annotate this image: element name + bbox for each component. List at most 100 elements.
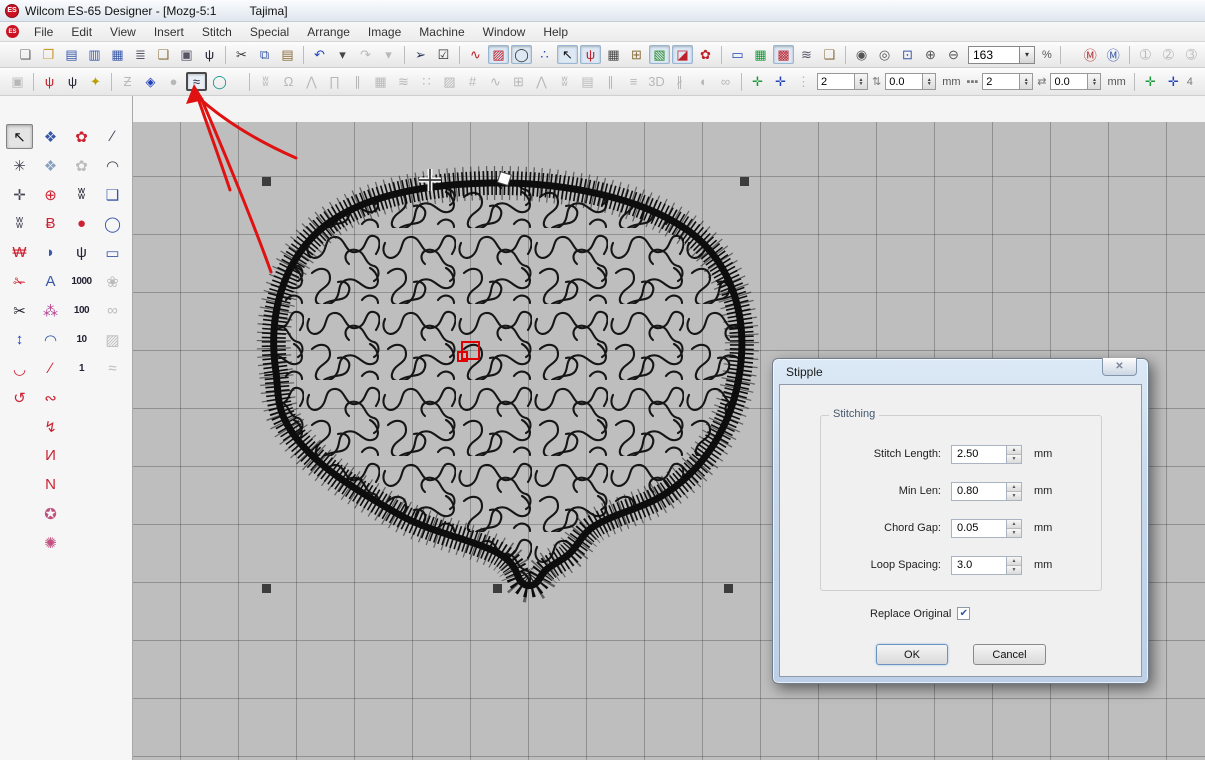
offset-object-icon[interactable]: ◈	[140, 72, 161, 91]
spacing-input[interactable]	[1050, 73, 1088, 90]
satin-width-icon[interactable]: ʬ	[68, 182, 95, 207]
drop-needle-icon[interactable]: ψ	[68, 240, 95, 265]
align-center-icon[interactable]: ✛	[1140, 72, 1161, 91]
zigzag-run-icon[interactable]: ↯	[37, 414, 64, 439]
measure-tool-icon[interactable]: ↕	[6, 327, 33, 352]
rectangle-tool-icon[interactable]: ▭	[99, 240, 126, 265]
slow-redraw-icon[interactable]: ≋	[796, 45, 817, 64]
stitch-edit-icon[interactable]: ψ	[39, 72, 60, 91]
menu-help[interactable]: Help	[534, 23, 577, 41]
write-to-machine-icon[interactable]: Ⓜ	[1080, 45, 1101, 64]
horizontal-lines-icon[interactable]: ≡	[623, 72, 644, 91]
machine-queue-1-icon[interactable]: ➀	[1135, 45, 1156, 64]
stitch-machine-icon[interactable]: ▣	[176, 45, 197, 64]
zoom-previous-icon[interactable]: ◎	[874, 45, 895, 64]
density-input[interactable]	[817, 73, 855, 90]
branching-tool-icon[interactable]: ◯	[209, 72, 230, 91]
break-apart-icon[interactable]: ❑	[99, 182, 126, 207]
zoom-100-icon[interactable]: 100	[68, 298, 95, 323]
menu-machine[interactable]: Machine	[410, 23, 473, 41]
count-spinner[interactable]: ▲▼	[1020, 73, 1033, 90]
count-input[interactable]	[982, 73, 1020, 90]
stipple-tool-icon[interactable]: ≈	[186, 72, 207, 91]
needle-points-view-icon[interactable]: ∴	[534, 45, 555, 64]
zoom-out-icon[interactable]: ⊖	[943, 45, 964, 64]
grid-fill-icon[interactable]: ▦	[370, 72, 391, 91]
remove-boundary-icon[interactable]: Ƀ	[37, 211, 64, 236]
stitch-list-icon[interactable]: Ƶ	[117, 72, 138, 91]
curved-fill-icon[interactable]: ∿	[485, 72, 506, 91]
loop-spacing-input[interactable]	[951, 556, 1007, 575]
spacing-options-icon[interactable]: ⋮	[793, 72, 814, 91]
applique-disabled-icon[interactable]: ▨	[99, 327, 126, 352]
auto-options-icon[interactable]: ☑	[433, 45, 454, 64]
undo-dropdown-icon[interactable]: ▾	[332, 45, 353, 64]
peak-fill-icon[interactable]: ⋀	[531, 72, 552, 91]
hoop-view-icon[interactable]: ⊞	[626, 45, 647, 64]
connect-machine-icon[interactable]: ψ	[199, 45, 220, 64]
3d-warp-icon[interactable]: 3D	[646, 72, 667, 91]
small-stitch-cut-icon[interactable]: ✁	[6, 269, 33, 294]
export-machine-file-icon[interactable]: ▥	[84, 45, 105, 64]
document-menu-icon[interactable]: ES	[6, 25, 19, 38]
menu-stitch[interactable]: Stitch	[193, 23, 241, 41]
stitch-select-icon[interactable]: ʬ	[6, 211, 33, 236]
min-len-input[interactable]	[951, 482, 1007, 501]
print-preview-icon[interactable]: ❑	[153, 45, 174, 64]
menu-edit[interactable]: Edit	[62, 23, 101, 41]
offset-spinner[interactable]: ▲▼	[923, 73, 936, 90]
arc-digitize-icon[interactable]: ◠	[99, 153, 126, 178]
outline-view-icon[interactable]: ◯	[511, 45, 532, 64]
flower-outline-icon[interactable]: ✿	[68, 153, 95, 178]
reshape-outline-icon[interactable]: ❖	[37, 153, 64, 178]
vertical-lines-icon[interactable]: ∥	[600, 72, 621, 91]
menu-view[interactable]: View	[101, 23, 145, 41]
new-design-icon[interactable]: ❏	[15, 45, 36, 64]
design-view-icon[interactable]: ◪	[672, 45, 693, 64]
quick-select-icon[interactable]: ➢	[410, 45, 431, 64]
copy-icon[interactable]: ⧉	[254, 45, 275, 64]
menu-window[interactable]: Window	[474, 23, 535, 41]
stipple-disabled-icon[interactable]: ≈	[99, 356, 126, 381]
loop-spacing-spinner[interactable]: ▲▼	[1007, 556, 1022, 575]
open-design-icon[interactable]: ❐	[38, 45, 59, 64]
open-shape-digitize-icon[interactable]: И	[37, 443, 64, 468]
pointer-tool-icon[interactable]: ↖	[557, 45, 578, 64]
cross-stitch-icon[interactable]: ⊞	[508, 72, 529, 91]
loop-effect-icon[interactable]: ∞	[715, 72, 736, 91]
rotate-stitch-icon[interactable]: ⊕	[37, 182, 64, 207]
fan-stitch-icon[interactable]: ◡	[6, 356, 33, 381]
undo-icon[interactable]: ↶	[309, 45, 330, 64]
redo-dropdown-icon[interactable]: ▾	[378, 45, 399, 64]
cut-stitches-icon[interactable]: ✂	[6, 298, 33, 323]
monitor-icon[interactable]: ▭	[727, 45, 748, 64]
ok-button[interactable]: OK	[876, 644, 948, 665]
select-tool-icon[interactable]: ↖	[6, 124, 33, 149]
brick-fill-icon[interactable]: ▤	[577, 72, 598, 91]
digitize-points-icon[interactable]: ✦	[85, 72, 106, 91]
zoom-box-icon[interactable]: ⊡	[897, 45, 918, 64]
zoom-factor-input[interactable]	[968, 46, 1020, 64]
parallel-hatch-icon[interactable]: ∕	[99, 124, 126, 149]
fur-effect-icon[interactable]: ∦	[669, 72, 690, 91]
zoom-1to1-icon[interactable]: ◉	[851, 45, 872, 64]
cut-icon[interactable]: ✂	[231, 45, 252, 64]
ellipse-tool-icon[interactable]: ◯	[99, 211, 126, 236]
mirror-merge-icon[interactable]: ⁂	[37, 298, 64, 323]
vertex-select-icon[interactable]: ✛	[6, 182, 33, 207]
arc-reshape-icon[interactable]: ◠	[37, 327, 64, 352]
fancy-fill-icon[interactable]: ▨	[439, 72, 460, 91]
satin-stitch-icon[interactable]: ʬ	[255, 72, 276, 91]
paste-icon[interactable]: ▤	[277, 45, 298, 64]
e-stitch-icon[interactable]: ∏	[324, 72, 345, 91]
loop-stitch-icon[interactable]: Ω	[278, 72, 299, 91]
picture-view-icon[interactable]: ▧	[649, 45, 670, 64]
stitch-insert-icon[interactable]: ψ	[62, 72, 83, 91]
auto-length-icon[interactable]: ✛	[770, 72, 791, 91]
thread-colors-icon[interactable]: ▦	[750, 45, 771, 64]
menu-special[interactable]: Special	[241, 23, 298, 41]
chord-gap-spinner[interactable]: ▲▼	[1007, 519, 1022, 538]
color-object-list-icon[interactable]: ▩	[773, 45, 794, 64]
cancel-button[interactable]: Cancel	[973, 644, 1046, 665]
artwork-view-icon[interactable]: ✿	[695, 45, 716, 64]
